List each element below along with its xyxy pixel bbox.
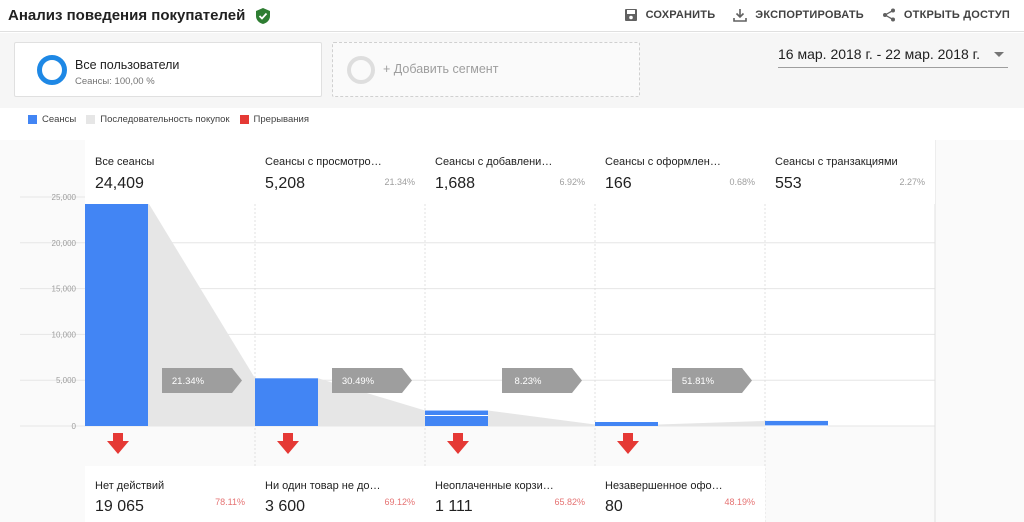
legend-item-sequence: Последовательность покупок (86, 114, 230, 125)
segment-all-users[interactable]: Все пользователи Сеансы: 100,00 % (14, 42, 322, 97)
stage-value: 1,688 (435, 175, 476, 192)
abandon-panel-1[interactable]: Ни один товар не добавл… 3 600 69.12% (255, 466, 425, 522)
segment-subtitle: Сеансы: 100,00 % (75, 76, 155, 87)
save-label: СОХРАНИТЬ (645, 9, 716, 21)
abandon-arrow-icon (617, 433, 639, 454)
share-icon (882, 8, 895, 22)
abandon-name: Неоплаченные корзины п… (435, 480, 555, 492)
conversion-rate: 30.49% (342, 376, 375, 387)
stage-value: 5,208 (265, 175, 306, 192)
legend-item-abandon: Прерывания (239, 114, 309, 125)
bar-1 (255, 378, 318, 426)
stage-name: Сеансы с добавлением то… (435, 156, 555, 168)
stage-value: 166 (605, 175, 632, 192)
abandon-percent: 69.12% (384, 497, 415, 507)
abandon-arrow-icon (107, 433, 129, 454)
abandon-name: Незавершенное оформле… (605, 480, 725, 492)
legend-item-sessions: Сеансы (28, 114, 76, 125)
abandon-panel-0[interactable]: Нет действий 19 065 78.11% (85, 466, 255, 522)
segment-bar: Все пользователи Сеансы: 100,00 % + Доба… (0, 33, 1024, 108)
segment-ring-icon (37, 55, 67, 85)
abandon-percent: 65.82% (554, 497, 585, 507)
conversion-rate: 8.23% (515, 376, 542, 387)
bar-3 (595, 422, 658, 426)
stage-header-1[interactable]: Сеансы с просмотром тов… 5,208 21.34% (255, 140, 425, 204)
legend-label: Сеансы (42, 114, 77, 125)
empty-segment-ring-icon (347, 56, 375, 84)
abandon-panel-2[interactable]: Неоплаченные корзины п… 1 111 65.82% (425, 466, 595, 522)
stage-percent: 2.27% (899, 177, 925, 187)
date-range-picker[interactable]: 16 мар. 2018 г. - 22 мар. 2018 г. (778, 46, 1008, 68)
page-title: Анализ поведения покупателей (8, 7, 246, 24)
stage-name: Сеансы с оформлением п… (605, 156, 725, 168)
share-label: ОТКРЫТЬ ДОСТУП (903, 9, 1010, 21)
legend-swatch (86, 115, 96, 124)
verified-shield-icon (256, 8, 270, 24)
stage-header-0[interactable]: Все сеансы 24,409 (85, 140, 255, 204)
abandon-value: 19 065 (95, 498, 144, 515)
add-segment-label: + Добавить сегмент (383, 62, 499, 76)
y-tick-label: 20,000 (52, 239, 77, 248)
abandon-arrow-icon (277, 433, 299, 454)
abandon-percent: 78.11% (215, 497, 245, 507)
chevron-down-icon (994, 52, 1004, 57)
abandon-arrow-icon (447, 433, 469, 454)
share-button[interactable]: ОТКРЫТЬ ДОСТУП (882, 8, 1010, 22)
export-label: ЭКСПОРТИРОВАТЬ (755, 9, 864, 21)
chart-legend: Сеансы Последовательность покупок Прерыв… (28, 114, 309, 125)
y-tick-label: 10,000 (52, 330, 77, 339)
stage-header-4[interactable]: Сеансы с транзакциями 553 2.27% (765, 140, 935, 204)
legend-swatch (239, 115, 249, 124)
conversion-rate: 21.34% (172, 376, 205, 387)
stage-value: 24,409 (95, 175, 144, 192)
stage-name: Сеансы с просмотром тов… (265, 156, 385, 168)
y-tick-label: 0 (72, 422, 77, 431)
stage-percent: 21.34% (384, 177, 415, 187)
stage-header-2[interactable]: Сеансы с добавлением то… 1,688 6.92% (425, 140, 595, 204)
stage-name: Все сеансы (95, 156, 155, 168)
abandon-name: Нет действий (95, 480, 165, 492)
abandon-value: 80 (605, 498, 623, 515)
top-bar: Анализ поведения покупателей СОХРАНИТЬ Э… (0, 0, 1024, 32)
legend-label: Последовательность покупок (100, 114, 230, 125)
download-icon (733, 9, 748, 22)
date-range-label: 16 мар. 2018 г. - 22 мар. 2018 г. (778, 46, 980, 62)
stage-value: 553 (775, 175, 802, 192)
abandon-value: 1 111 (435, 498, 473, 515)
abandon-value: 3 600 (265, 498, 306, 515)
stage-name: Сеансы с транзакциями (775, 156, 898, 168)
y-tick-label: 15,000 (52, 285, 77, 294)
abandon-panel-3[interactable]: Незавершенное оформле… 80 48.19% (595, 466, 765, 522)
bar-2 (425, 410, 488, 426)
export-button[interactable]: ЭКСПОРТИРОВАТЬ (733, 8, 864, 22)
stage-percent: 0.68% (729, 177, 755, 187)
add-segment-button[interactable]: + Добавить сегмент (332, 42, 640, 97)
bar-0 (85, 202, 148, 426)
legend-label: Прерывания (253, 114, 309, 125)
stage-header-3[interactable]: Сеансы с оформлением п… 166 0.68% (595, 140, 765, 204)
segment-title: Все пользователи (75, 58, 180, 72)
save-icon (624, 9, 637, 21)
save-button[interactable]: СОХРАНИТЬ (624, 8, 716, 22)
stage-percent: 6.92% (559, 177, 585, 187)
conversion-rate: 51.81% (682, 376, 715, 387)
y-tick-label: 5,000 (56, 376, 77, 385)
abandon-name: Ни один товар не добавл… (265, 480, 385, 492)
header-actions: СОХРАНИТЬ ЭКСПОРТИРОВАТЬ ОТКРЫТЬ ДОСТУП (624, 8, 1010, 22)
y-tick-label: 25,000 (52, 193, 77, 202)
bar-4 (765, 420, 828, 426)
legend-swatch (28, 115, 37, 124)
abandon-percent: 48.19% (724, 497, 755, 507)
